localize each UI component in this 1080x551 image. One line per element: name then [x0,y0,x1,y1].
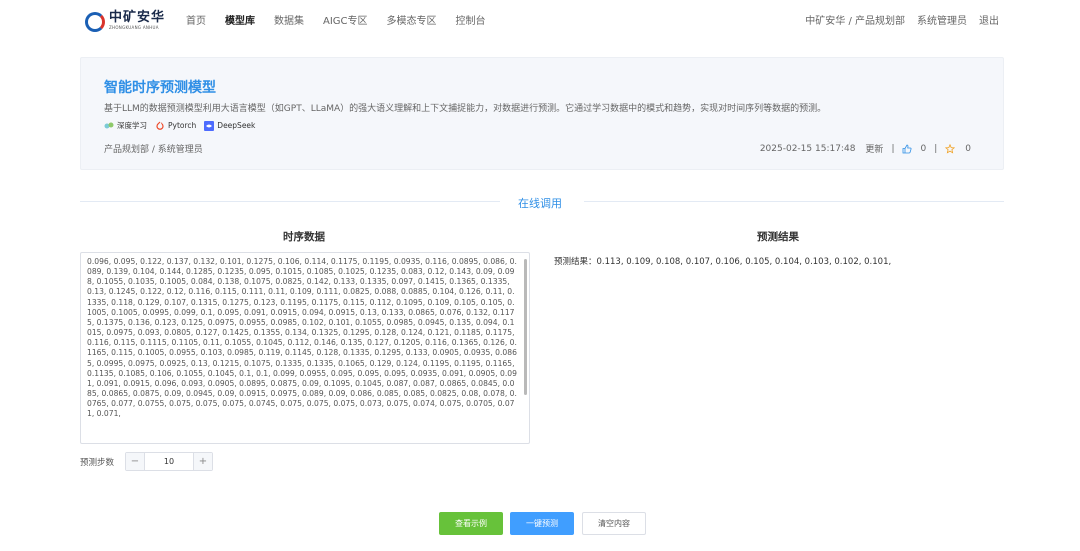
predict-button[interactable]: 一键预测 [510,512,574,535]
star-icon[interactable] [945,143,956,154]
logo-mark-icon [85,12,105,32]
prediction-result-text: 预测结果：0.113, 0.109, 0.108, 0.107, 0.106, … [554,257,892,267]
logout-link[interactable]: 退出 [979,16,999,28]
org-path[interactable]: 中矿安华 / 产品规划部 [805,16,905,28]
main-nav: 首页 模型库 数据集 AIGC专区 多模态专区 控制台 [186,16,505,28]
logo-text: 中矿安华 [109,10,166,25]
tag-deep-learning[interactable]: 深度学习 [104,120,147,131]
clear-button[interactable]: 清空内容 [582,512,646,535]
input-panel-title: 时序数据 [283,231,325,243]
updated-label: 更新 [865,145,884,155]
model-title: 智能时序预测模型 [104,80,216,96]
deep-learning-icon [104,122,114,128]
model-tags: 深度学习 Pytorch DeepSeek [104,120,263,131]
pytorch-icon [156,121,164,130]
timeseries-data-textarea[interactable]: 0.096, 0.095, 0.122, 0.137, 0.132, 0.101… [80,252,530,444]
model-meta: 2025-02-15 15:17:48 更新 | 0 | 0 [760,142,971,155]
tag-label: Pytorch [168,121,197,130]
deepseek-icon [204,120,215,131]
tag-pytorch[interactable]: Pytorch [155,121,196,131]
section-divider-right [584,201,1004,202]
model-info-card: 智能时序预测模型 基于LLM的数据预测模型利用大语言模型（如GPT、LLaMA）… [80,57,1004,170]
like-count: 0 [920,143,927,154]
user-name[interactable]: 系统管理员 [917,16,967,28]
logo[interactable]: 中矿安华 ZHONGKUANG ANHUA [85,10,165,36]
model-owner: 产品规划部 / 系统管理员 [104,145,203,155]
increment-button[interactable]: + [193,453,212,470]
section-divider-left [80,201,500,202]
textarea-scrollbar[interactable] [524,259,527,395]
tag-deepseek[interactable]: DeepSeek [204,120,256,131]
divider: | [934,143,938,154]
nav-item-multimodal[interactable]: 多模态专区 [387,16,437,28]
steps-stepper: − 10 + [125,452,213,471]
steps-label: 预测步数 [80,458,115,468]
decrement-button[interactable]: − [126,453,145,470]
steps-input[interactable]: 10 [145,453,193,470]
nav-item-console[interactable]: 控制台 [456,16,486,28]
thumbs-up-icon[interactable] [902,144,912,154]
updated-time: 2025-02-15 15:17:48 [759,143,856,154]
result-panel-title: 预测结果 [757,231,799,243]
nav-item-home[interactable]: 首页 [186,16,206,28]
logo-subtext: ZHONGKUANG ANHUA [109,25,159,30]
user-area: 中矿安华 / 产品规划部 系统管理员 退出 [793,16,999,28]
nav-item-datasets[interactable]: 数据集 [274,16,304,28]
divider: | [891,143,895,154]
tag-label: 深度学习 [117,121,147,130]
view-example-button[interactable]: 查看示例 [439,512,503,535]
model-description: 基于LLM的数据预测模型利用大语言模型（如GPT、LLaMA）的强大语义理解和上… [104,104,827,114]
timeseries-data-text: 0.096, 0.095, 0.122, 0.137, 0.132, 0.101… [87,257,517,419]
section-title: 在线调用 [518,197,562,210]
star-count: 0 [965,143,971,154]
top-navigation-bar: 中矿安华 ZHONGKUANG ANHUA 首页 模型库 数据集 AIGC专区 … [0,0,1080,44]
tag-label: DeepSeek [217,121,256,130]
nav-item-model-library[interactable]: 模型库 [225,16,255,28]
nav-item-aigc[interactable]: AIGC专区 [323,16,368,28]
